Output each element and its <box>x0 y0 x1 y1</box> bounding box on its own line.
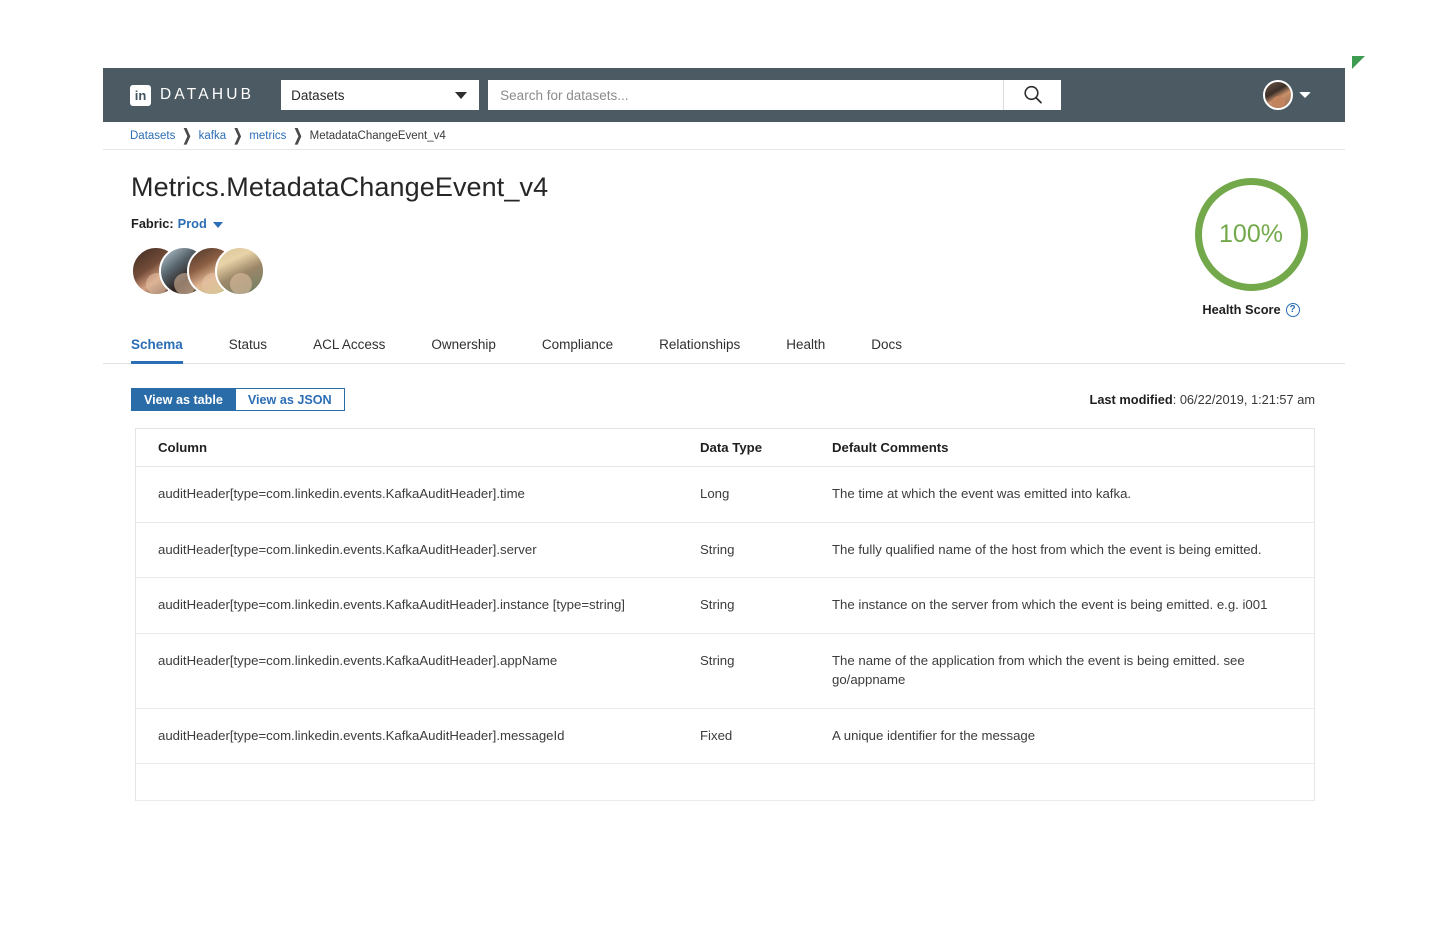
schema-table: Column Data Type Default Comments auditH… <box>136 429 1314 801</box>
tab-relationships[interactable]: Relationships <box>659 337 740 364</box>
health-score-label-row: Health Score ? <box>1189 302 1313 317</box>
linkedin-logo-icon: in <box>130 85 151 106</box>
table-header-row: Column Data Type Default Comments <box>136 429 1314 467</box>
health-score-widget: 100% Health Score ? <box>1189 178 1313 317</box>
health-score-label: Health Score <box>1202 302 1280 317</box>
tab-acl-access[interactable]: ACL Access <box>313 337 385 364</box>
cell-data-type <box>678 764 810 801</box>
tab-docs[interactable]: Docs <box>871 337 902 364</box>
schema-toolbar: View as table View as JSON Last modified… <box>103 364 1345 411</box>
breadcrumb: Datasets ❯ kafka ❯ metrics ❯ MetadataCha… <box>103 122 1345 150</box>
tab-health[interactable]: Health <box>786 337 825 364</box>
view-as-json-button[interactable]: View as JSON <box>236 388 345 411</box>
breadcrumb-item-kafka[interactable]: kafka <box>199 130 227 142</box>
last-modified-label: Last modified <box>1090 392 1173 407</box>
cell-column: auditHeader[type=com.linkedin.events.Kaf… <box>136 634 678 708</box>
cell-comment: The name of the application from which t… <box>810 634 1314 708</box>
chevron-down-icon[interactable] <box>213 222 223 228</box>
cell-column: auditHeader[type=com.linkedin.events.Kaf… <box>136 522 678 578</box>
search-input[interactable] <box>488 80 1003 110</box>
table-row[interactable]: auditHeader[type=com.linkedin.events.Kaf… <box>136 522 1314 578</box>
breadcrumb-item-current: MetadataChangeEvent_v4 <box>310 130 446 142</box>
cell-data-type: String <box>678 634 810 708</box>
health-score-ring: 100% <box>1195 178 1308 291</box>
screen: in DATAHUB Datasets <box>0 0 1444 928</box>
tab-ownership[interactable]: Ownership <box>431 337 496 364</box>
top-navigation-bar: in DATAHUB Datasets <box>103 68 1345 122</box>
view-mode-toggle: View as table View as JSON <box>131 388 345 411</box>
cell-data-type: Long <box>678 467 810 523</box>
breadcrumb-separator-icon: ❯ <box>233 126 242 145</box>
breadcrumb-separator-icon: ❯ <box>182 126 191 145</box>
cell-data-type: String <box>678 522 810 578</box>
chevron-down-icon <box>455 92 467 99</box>
fabric-label: Fabric: <box>131 216 174 231</box>
last-modified-value: 06/22/2019, 1:21:57 am <box>1180 392 1315 407</box>
column-header-comments: Default Comments <box>810 429 1314 467</box>
nav-profile-group[interactable] <box>1263 80 1345 110</box>
breadcrumb-separator-icon: ❯ <box>293 126 302 145</box>
health-score-value: 100% <box>1219 220 1283 249</box>
cell-column: auditHeader[type=com.linkedin.events.Kaf… <box>136 578 678 634</box>
schema-table-container: Column Data Type Default Comments auditH… <box>135 428 1315 801</box>
chevron-down-icon[interactable] <box>1299 92 1311 98</box>
datahub-app: in DATAHUB Datasets <box>103 68 1345 848</box>
owner-avatar-stack[interactable] <box>131 246 1318 296</box>
cell-data-type: String <box>678 578 810 634</box>
view-as-table-button[interactable]: View as table <box>131 388 236 411</box>
cell-column: auditHeader[type=com.linkedin.events.Kaf… <box>136 708 678 764</box>
table-row[interactable]: auditHeader[type=com.linkedin.events.Kaf… <box>136 634 1314 708</box>
entity-type-select-value: Datasets <box>291 88 344 103</box>
datahub-logo[interactable]: in DATAHUB <box>130 85 254 106</box>
avatar[interactable] <box>1263 80 1293 110</box>
cell-column: auditHeader[type=com.linkedin.events.Kaf… <box>136 467 678 523</box>
last-modified: Last modified: 06/22/2019, 1:21:57 am <box>1090 392 1316 407</box>
column-header-column: Column <box>136 429 678 467</box>
column-header-data-type: Data Type <box>678 429 810 467</box>
entity-tabs: Schema Status ACL Access Ownership Compl… <box>103 328 1345 364</box>
page-title: Metrics.MetadataChangeEvent_v4 <box>131 172 1318 203</box>
cell-comment: A unique identifier for the message <box>810 708 1314 764</box>
search-icon <box>1022 84 1044 106</box>
breadcrumb-item-metrics[interactable]: metrics <box>249 130 286 142</box>
entity-type-select[interactable]: Datasets <box>281 80 479 110</box>
dataset-header: Metrics.MetadataChangeEvent_v4 Fabric: P… <box>103 150 1345 328</box>
tab-compliance[interactable]: Compliance <box>542 337 613 364</box>
fabric-row: Fabric: Prod <box>131 216 1318 231</box>
tab-status[interactable]: Status <box>229 337 267 364</box>
cell-comment: The time at which the event was emitted … <box>810 467 1314 523</box>
table-row[interactable]: auditHeader[type=com.linkedin.events.Kaf… <box>136 708 1314 764</box>
tab-schema[interactable]: Schema <box>131 337 183 364</box>
cell-data-type: Fixed <box>678 708 810 764</box>
fabric-value[interactable]: Prod <box>178 216 207 231</box>
help-icon[interactable]: ? <box>1286 303 1300 317</box>
search-group <box>488 80 1061 110</box>
table-row[interactable]: auditHeader[type=com.linkedin.events.Kaf… <box>136 467 1314 523</box>
logo-wordmark: DATAHUB <box>160 86 254 104</box>
table-row[interactable] <box>136 764 1314 801</box>
avatar[interactable] <box>215 246 265 296</box>
breadcrumb-item-datasets[interactable]: Datasets <box>130 130 175 142</box>
cell-column <box>136 764 678 801</box>
search-button[interactable] <box>1003 80 1061 110</box>
cell-comment: The instance on the server from which th… <box>810 578 1314 634</box>
cell-comment <box>810 764 1314 801</box>
table-row[interactable]: auditHeader[type=com.linkedin.events.Kaf… <box>136 578 1314 634</box>
cell-comment: The fully qualified name of the host fro… <box>810 522 1314 578</box>
corner-marker-icon <box>1352 56 1365 69</box>
